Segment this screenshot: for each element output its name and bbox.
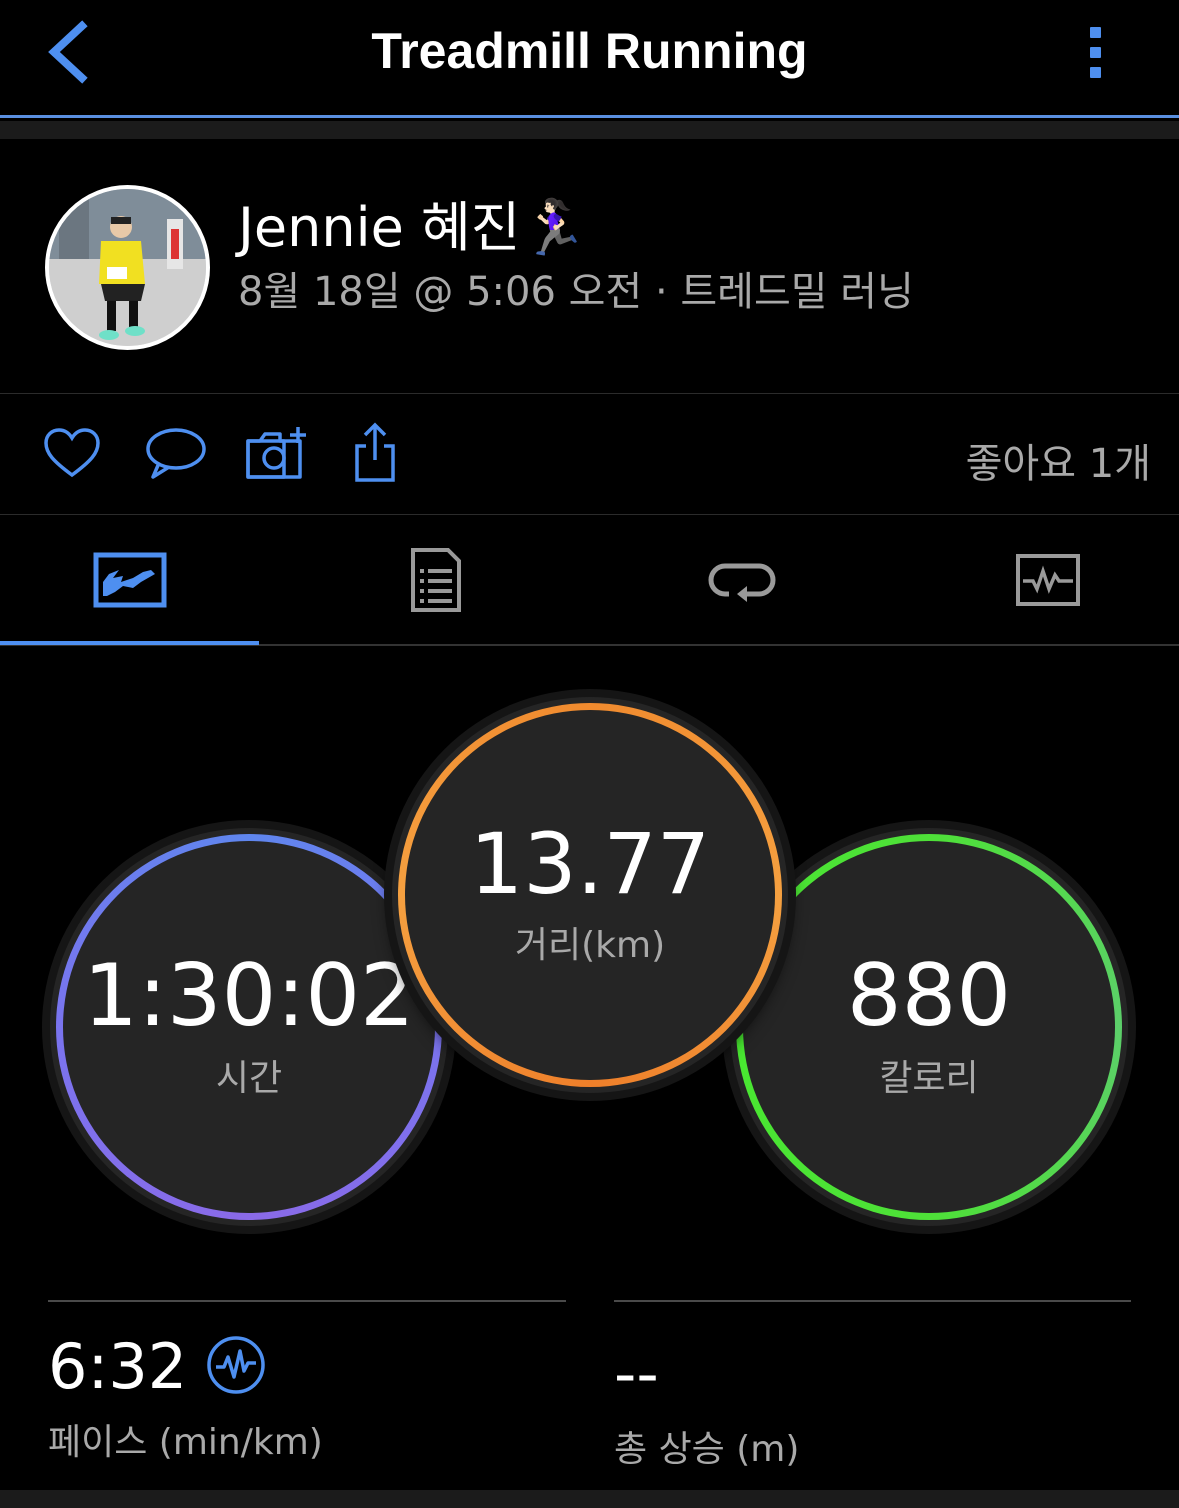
activity-pulse-icon <box>207 1336 265 1394</box>
ascent-label: 총 상승 (m) <box>614 1429 800 1470</box>
document-icon <box>410 548 461 612</box>
time-value: 1:30:02 <box>83 946 415 1046</box>
bottom-separator <box>0 1490 1179 1508</box>
pace-label: 페이스 (min/km) <box>48 1422 323 1463</box>
tab-overview[interactable] <box>0 516 259 644</box>
time-label: 시간 <box>215 1058 283 1099</box>
add-photo-button[interactable] <box>240 421 310 485</box>
likes-count[interactable]: 좋아요 1개 <box>966 431 1151 489</box>
more-vertical-icon <box>1089 26 1101 38</box>
page-title: Treadmill Running <box>371 23 808 79</box>
calories-value: 880 <box>846 946 1012 1046</box>
calories-stat-circle: 880 칼로리 <box>730 828 1128 1226</box>
top-bar: Treadmill Running <box>0 0 1179 118</box>
ascent-value: -- <box>614 1337 659 1410</box>
active-tab-indicator <box>0 641 259 645</box>
ascent-divider <box>614 1300 1131 1302</box>
tab-charts[interactable] <box>918 516 1177 644</box>
comment-button[interactable] <box>140 421 210 485</box>
tab-details[interactable] <box>306 516 565 644</box>
distance-stat-circle: 13.77 거리(km) <box>392 697 788 1093</box>
action-bar: 좋아요 1개 <box>0 395 1179 515</box>
pace-value: 6:32 <box>48 1330 188 1403</box>
repeat-icon <box>708 563 775 602</box>
pace-divider <box>48 1300 566 1302</box>
calories-label: 칼로리 <box>879 1058 979 1099</box>
heart-icon <box>44 428 100 478</box>
distance-label: 거리(km) <box>514 925 666 966</box>
user-name[interactable]: Jennie 혜진🏃🏻‍♀️ <box>238 183 588 262</box>
runner-photo <box>49 189 206 346</box>
distance-value: 13.77 <box>469 815 711 913</box>
tab-laps[interactable] <box>612 516 871 644</box>
separator-band <box>0 121 1179 139</box>
activity-tabs <box>0 516 1179 646</box>
pace-chart-button[interactable] <box>206 1335 266 1395</box>
avatar[interactable] <box>45 185 210 350</box>
more-options-button[interactable] <box>1070 14 1120 90</box>
chart-icon <box>1015 554 1080 606</box>
comment-icon <box>146 428 206 479</box>
like-button[interactable] <box>37 421 107 485</box>
activity-meta: 8월 18일 @ 5:06 오전 · 트레드밀 러닝 <box>238 269 914 315</box>
camera-add-icon <box>246 427 306 479</box>
share-icon <box>355 422 395 482</box>
time-stat-circle: 1:30:02 시간 <box>50 828 448 1226</box>
overview-icon <box>93 552 166 608</box>
share-button[interactable] <box>340 421 410 485</box>
activity-author: Jennie 혜진🏃🏻‍♀️ 8월 18일 @ 5:06 오전 · 트레드밀 러… <box>0 139 1179 394</box>
